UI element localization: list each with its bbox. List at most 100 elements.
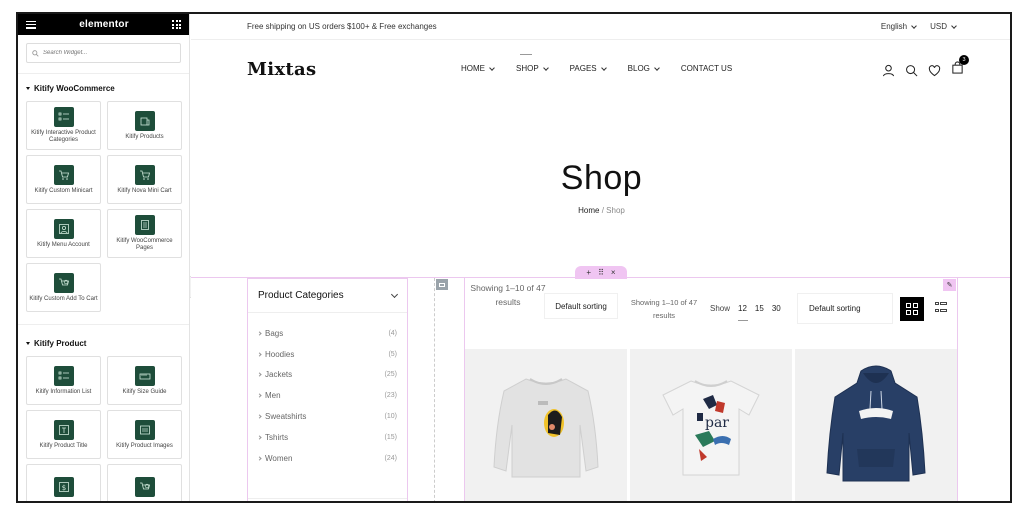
widget-products[interactable]: Kitify Products <box>107 101 182 150</box>
chevron-down-icon <box>654 64 660 71</box>
per-page-option-30[interactable]: 30 <box>772 304 781 313</box>
list-icon <box>53 365 74 386</box>
widget-label: Kitify Product Title <box>39 442 88 449</box>
divider <box>18 324 189 325</box>
nav-label: SHOP <box>516 64 539 73</box>
category-item[interactable]: Sweatshirts (10) <box>257 406 397 427</box>
nav-contact[interactable]: CONTACT US <box>681 64 732 73</box>
cart-icon <box>134 164 155 185</box>
chevron-down-icon <box>390 290 399 299</box>
search-input[interactable] <box>43 50 173 56</box>
nav-label: PAGES <box>569 64 597 73</box>
per-page-option-12[interactable]: 12 <box>738 304 748 321</box>
user-icon[interactable] <box>882 64 895 77</box>
nav-label: BLOG <box>627 64 650 73</box>
search-box <box>26 43 181 63</box>
panel-header: elementor <box>18 14 189 35</box>
category-item[interactable]: Tshirts (15) <box>257 427 397 448</box>
search-icon <box>32 49 39 57</box>
category-count: (5) <box>388 350 397 358</box>
categories-header[interactable]: Product Categories <box>248 279 407 313</box>
language-label: English <box>880 22 908 31</box>
category-count: (23) <box>384 392 397 400</box>
category-item[interactable]: Jackets (25) <box>257 365 397 386</box>
svg-text:par: par <box>705 415 729 431</box>
widget-label: Kitify WooCommerce Pages <box>116 238 173 251</box>
nav-blog[interactable]: BLOG <box>627 64 660 73</box>
widget-information-list[interactable]: Kitify Information List <box>26 356 101 405</box>
widget-product-price[interactable]: $ <box>26 464 101 501</box>
category-header-kitify-product[interactable]: Kitify Product <box>18 329 189 356</box>
widget-woocommerce-pages[interactable]: Kitify WooCommerce Pages <box>107 209 182 258</box>
widget-label: Kitify Custom Add To Cart <box>29 295 98 302</box>
result-count: Showing 1–10 of 47 results <box>470 283 546 307</box>
title-icon <box>53 419 74 440</box>
menu-icon[interactable] <box>26 20 36 29</box>
currency-switcher[interactable]: USD <box>930 22 957 31</box>
product-card[interactable]: par <box>630 349 792 501</box>
widget-custom-minicart[interactable]: Kitify Custom Minicart <box>26 155 101 204</box>
top-bar: Free shipping on US orders $100+ & Free … <box>191 14 1010 40</box>
site-header: Mixtas HOME SHOP PAGES BLOG CONTACT US 3 <box>191 40 1010 98</box>
nav-shop[interactable]: SHOP <box>516 54 549 73</box>
add-section-icon[interactable]: + <box>586 268 591 277</box>
currency-label: USD <box>930 22 947 31</box>
widget-product-images[interactable]: Kitify Product Images <box>107 410 182 459</box>
category-item[interactable]: Women (24) <box>257 448 397 469</box>
widget-interactive-product-categories[interactable]: Kitify Interactive Product Categories <box>26 101 101 150</box>
nav-pages[interactable]: PAGES <box>569 64 607 73</box>
widget-nova-mini-cart[interactable]: Kitify Nova Mini Cart <box>107 155 182 204</box>
delete-section-icon[interactable]: × <box>611 268 616 277</box>
list-view-icon[interactable] <box>935 302 947 314</box>
category-item[interactable]: Hoodies (5) <box>257 344 397 365</box>
chevron-right-icon <box>257 331 262 336</box>
sweatshirt-image <box>493 378 599 478</box>
hoodie-image <box>826 365 926 482</box>
widget-label: Kitify Nova Mini Cart <box>117 187 172 194</box>
widget-label: Kitify Custom Minicart <box>34 187 93 194</box>
language-switcher[interactable]: English <box>880 22 917 31</box>
search-icon[interactable] <box>905 64 918 77</box>
grid-view-icon[interactable] <box>900 297 924 321</box>
widget-size-guide[interactable]: Kitify Size Guide <box>107 356 182 405</box>
shop-toolbar: Showing 1–10 of 47 results Default sorti… <box>464 278 958 350</box>
column-handle[interactable] <box>436 279 448 290</box>
category-item[interactable]: Bags (4) <box>257 323 397 344</box>
cart-button[interactable]: 3 <box>951 55 969 79</box>
widget-search <box>18 35 189 74</box>
category-name: Sweatshirts <box>265 412 307 422</box>
images-icon <box>134 419 155 440</box>
widget-product-add-to-cart[interactable] <box>107 464 182 501</box>
product-card[interactable] <box>465 349 627 501</box>
widget-label: Kitify Size Guide <box>122 388 167 395</box>
list-icon <box>53 107 74 127</box>
widget-custom-add-to-cart[interactable]: Kitify Custom Add To Cart <box>26 263 101 312</box>
categories-title: Product Categories <box>258 290 344 301</box>
sort-select[interactable]: Default sorting <box>544 293 618 319</box>
promo-text: Free shipping on US orders $100+ & Free … <box>247 22 437 31</box>
widget-menu-account[interactable]: Kitify Menu Account <box>26 209 101 258</box>
drag-handle-icon[interactable]: ⠿ <box>598 268 604 277</box>
ruler-icon <box>134 365 155 386</box>
per-page-option-15[interactable]: 15 <box>755 304 764 313</box>
heart-icon[interactable] <box>928 64 941 77</box>
category-header-kitify-woocommerce[interactable]: Kitify WooCommerce <box>18 74 189 101</box>
widget-label: Kitify Products <box>125 133 164 140</box>
chevron-down-icon <box>542 64 549 71</box>
product-card[interactable] <box>795 349 957 501</box>
site-logo[interactable]: Mixtas <box>247 59 316 80</box>
category-title: Kitify Product <box>34 339 87 348</box>
nav-home[interactable]: HOME <box>461 64 495 73</box>
chevron-right-icon <box>257 372 262 378</box>
breadcrumb-home[interactable]: Home <box>578 206 599 215</box>
caret-down-icon <box>26 342 30 345</box>
add-to-cart-icon <box>134 477 155 497</box>
cart-count-badge: 3 <box>959 55 969 65</box>
category-name: Jackets <box>265 370 293 380</box>
category-name: Men <box>265 391 281 401</box>
category-item[interactable]: Men (23) <box>257 385 397 406</box>
sort-select-secondary[interactable]: Default sorting <box>797 293 893 324</box>
apps-grid-icon[interactable] <box>172 20 181 29</box>
column-divider <box>434 278 435 501</box>
widget-product-title[interactable]: Kitify Product Title <box>26 410 101 459</box>
